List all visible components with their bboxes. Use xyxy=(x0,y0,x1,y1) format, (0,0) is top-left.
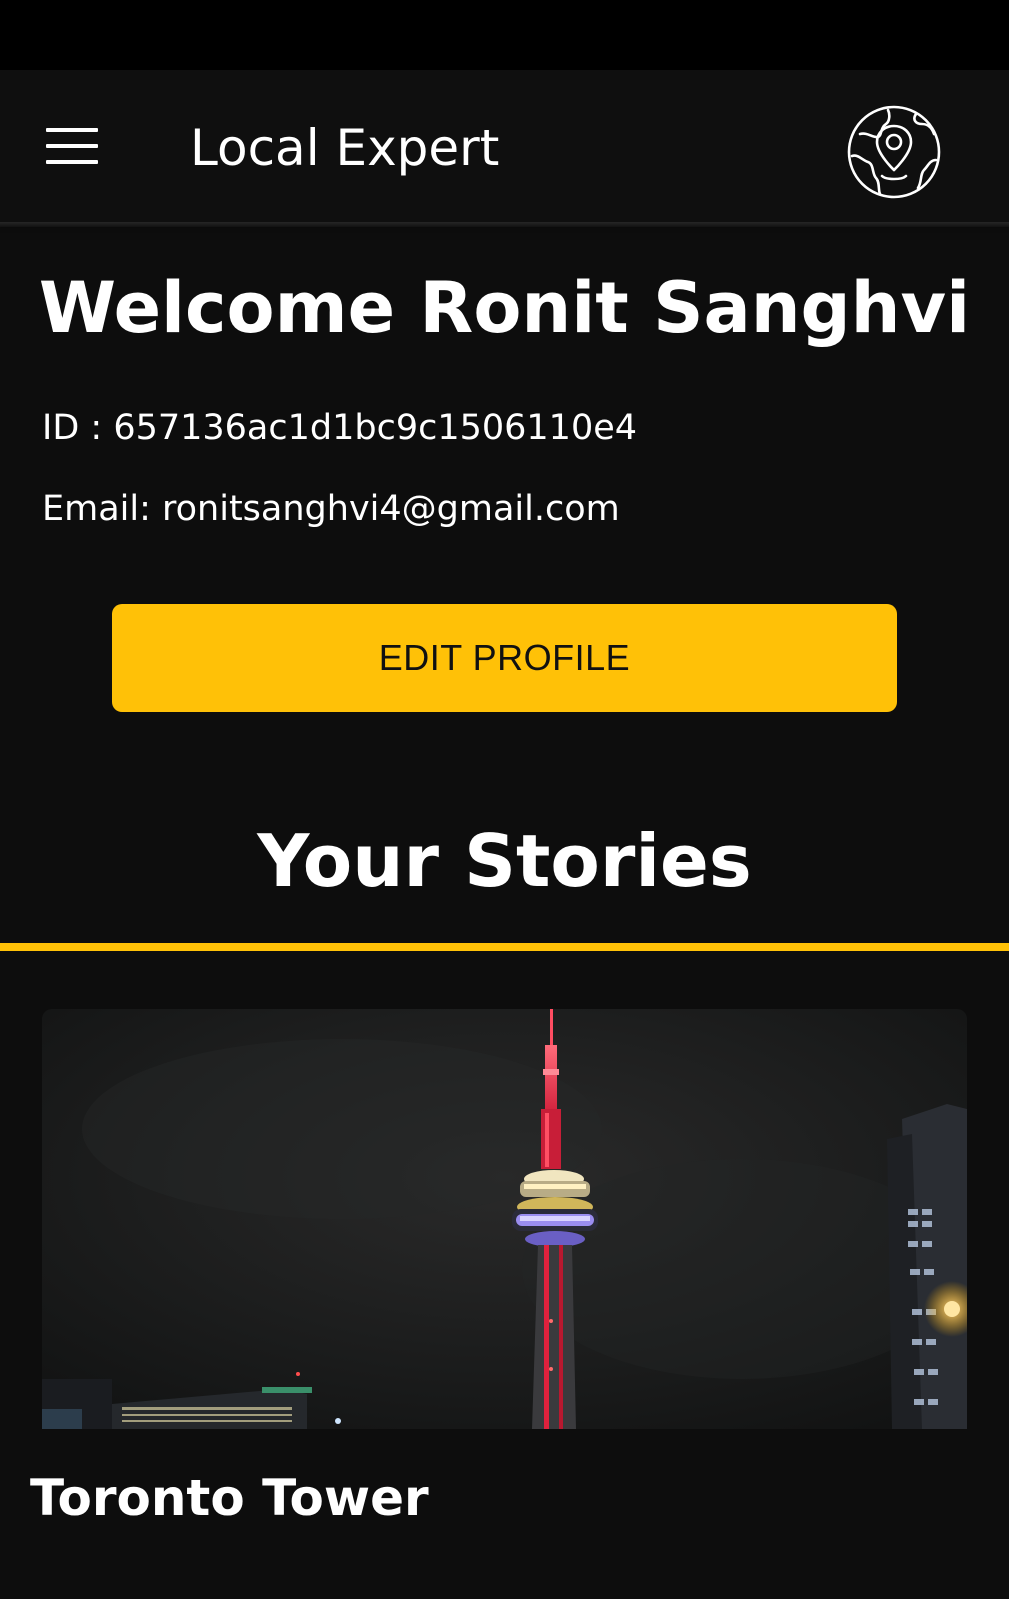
edit-profile-button[interactable]: EDIT PROFILE xyxy=(112,604,897,712)
app-bar-shadow xyxy=(0,222,1009,227)
globe-location-pin-icon[interactable] xyxy=(846,104,942,200)
app-title: Local Expert xyxy=(190,119,500,177)
user-email-text: Email: ronitsanghvi4@gmail.com xyxy=(42,489,620,529)
stories-divider xyxy=(0,943,1009,951)
cn-tower-night-photo xyxy=(42,1009,967,1429)
user-id-text: ID : 657136ac1d1bc9c1506110e4 xyxy=(42,408,638,448)
your-stories-heading: Your Stories xyxy=(257,819,752,903)
story-title: Toronto Tower xyxy=(30,1469,429,1527)
welcome-heading: Welcome Ronit Sanghvi xyxy=(38,267,971,349)
status-bar xyxy=(0,0,1009,70)
hamburger-menu-icon[interactable] xyxy=(46,128,98,164)
